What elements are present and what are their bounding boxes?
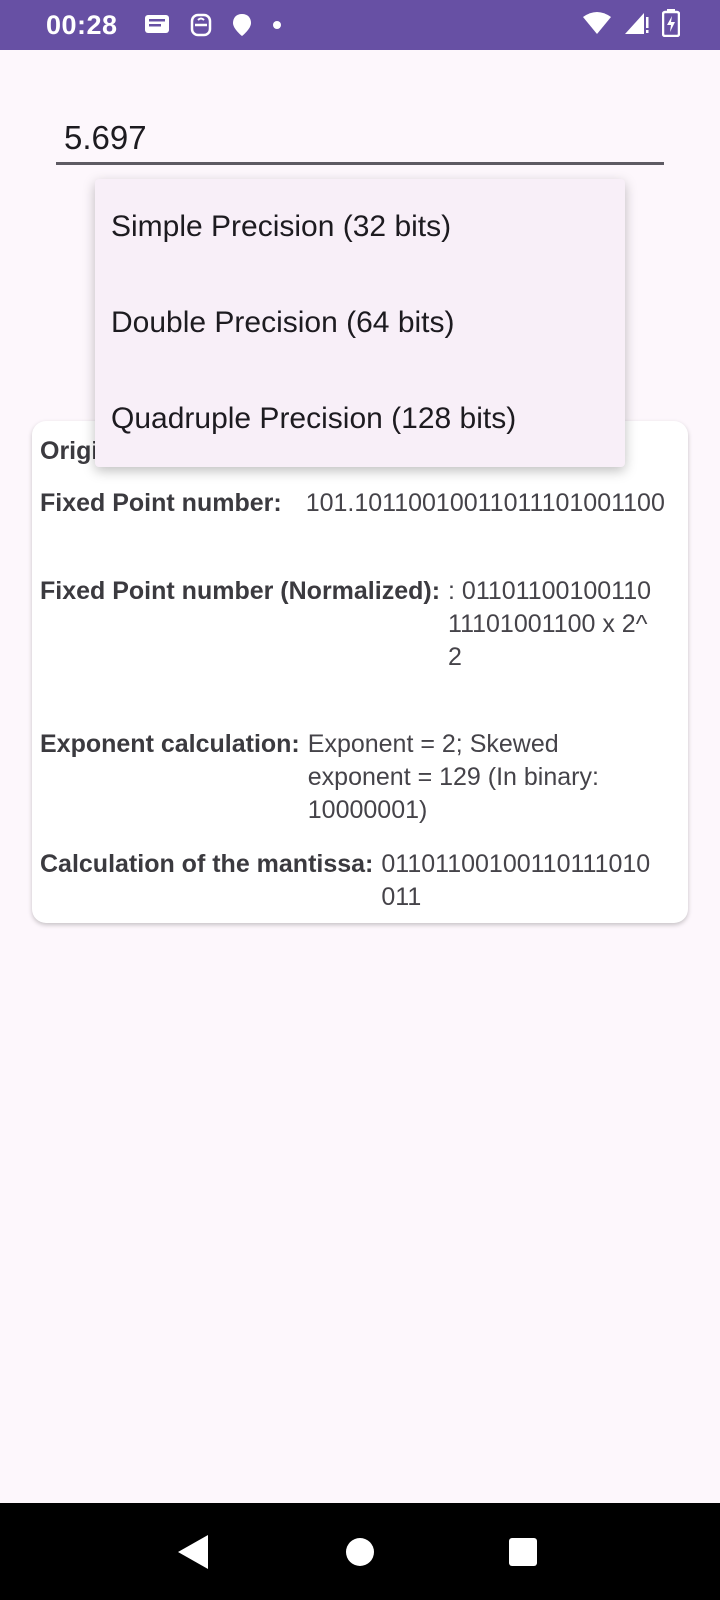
system-icons [582,0,681,50]
notification-icons [144,13,282,37]
app-icon [190,13,212,37]
menu-item-quadruple-precision[interactable]: Quadruple Precision (128 bits) [95,371,625,467]
number-input[interactable] [56,113,664,165]
status-time: 00:28 [46,9,118,40]
mantissa-row: Calculation of the mantissa: 01101100100… [40,848,680,914]
back-button[interactable] [153,1503,233,1600]
navigation-bar [0,1503,720,1600]
result-card: Original number: Fixed Point number: 101… [32,421,688,923]
mantissa-label: Calculation of the mantissa: [40,850,374,878]
recents-button[interactable] [483,1503,563,1600]
precision-dropdown-menu: Simple Precision (32 bits) Double Precis… [95,179,625,467]
signal-icon [624,11,650,40]
exponent-row: Exponent calculation: Exponent = 2; Skew… [40,728,680,827]
exponent-label: Exponent calculation: [40,730,300,758]
normalized-label: Fixed Point number (Normalized): [40,577,441,605]
recents-icon [509,1537,537,1566]
message-icon [144,14,170,36]
menu-item-double-precision[interactable]: Double Precision (64 bits) [95,275,625,371]
fixed-point-row: Fixed Point number: 101.1011001001101110… [40,487,680,520]
menu-item-simple-precision[interactable]: Simple Precision (32 bits) [95,179,625,275]
fixed-point-value: 101.10110010011011101001100 [305,489,665,517]
normalized-value: : 0110110010011011101001100 x 2^2 [448,577,652,671]
normalized-row: Fixed Point number (Normalized): : 01101… [40,575,680,674]
fixed-point-label: Fixed Point number: [40,489,282,517]
status-bar: 00:28 [0,0,720,50]
dot-icon [272,20,282,30]
mantissa-value: 01101100100110111010011 [381,850,651,911]
battery-charging-icon [661,8,681,42]
exponent-value: Exponent = 2; Skewed exponent = 129 (In … [307,730,599,824]
home-button[interactable] [320,1503,400,1600]
home-icon [346,1537,374,1566]
location-icon [232,13,252,37]
back-icon [178,1534,208,1569]
wifi-icon [582,11,612,40]
